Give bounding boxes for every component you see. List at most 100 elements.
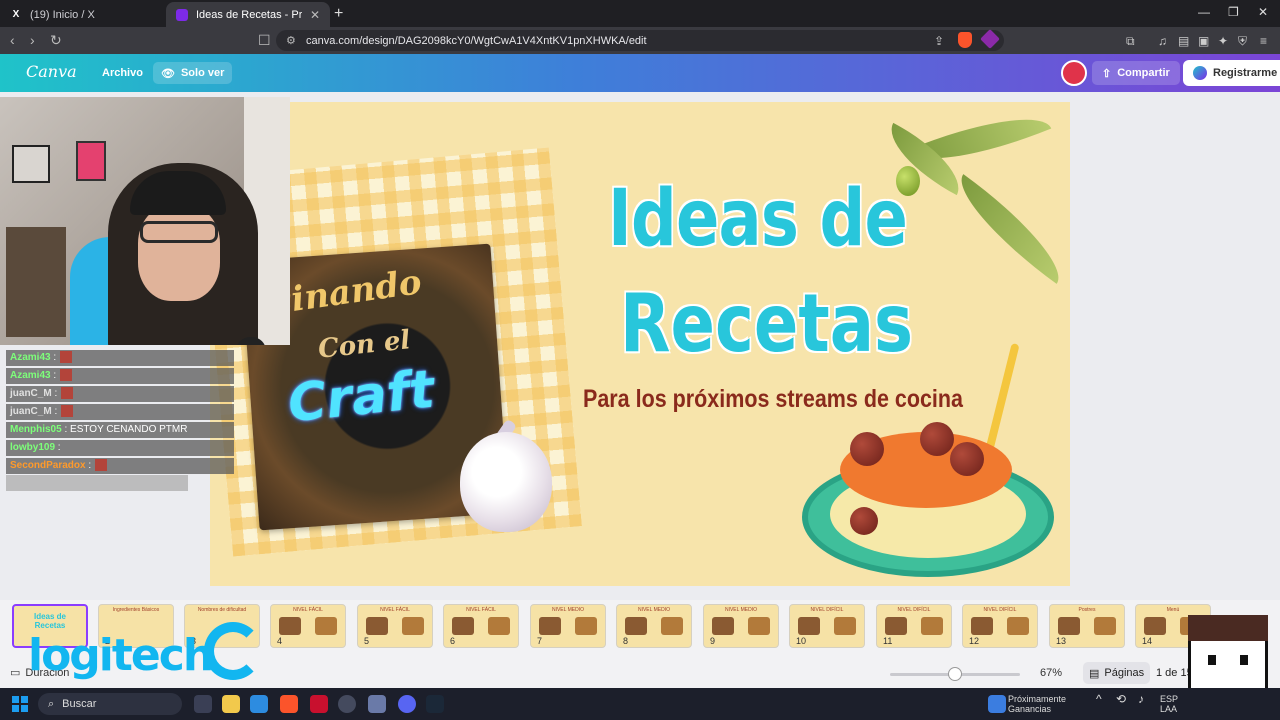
wall-frame <box>76 141 106 181</box>
minimize-icon[interactable]: — <box>1198 5 1210 19</box>
thumbnail-number: 11 <box>883 636 893 646</box>
thumbnail-page[interactable]: Postres 13 <box>1049 604 1125 648</box>
thumbnail-image <box>661 617 683 635</box>
slide-1[interactable]: cinando Con el Craft Ideas de Recetas Pa… <box>210 102 1070 586</box>
slide-title-line1: Ideas de <box>608 174 908 264</box>
pages-icon: ▤ <box>1089 667 1100 680</box>
thumbnail-number: 13 <box>1056 636 1067 646</box>
thumbnail-page[interactable]: NIVEL MEDIO 9 <box>703 604 779 648</box>
url-field[interactable]: ⚙ canva.com/design/DAG2098kcY0/WgtCwA1V4… <box>276 30 1004 51</box>
thumbnail-page[interactable]: NIVEL DIFÍCIL 11 <box>876 604 952 648</box>
share-button[interactable]: ⇧ Compartir <box>1092 61 1180 85</box>
solo-ver-button[interactable]: 👁 Solo ver <box>153 62 233 84</box>
emote-icon <box>60 369 73 382</box>
thumbnail-title: Ideas de Recetas <box>33 612 66 630</box>
lang-line1: ESP <box>1160 694 1179 704</box>
thumbnail-page[interactable]: NIVEL DIFÍCIL 12 <box>962 604 1038 648</box>
archivo-menu[interactable]: Archivo <box>94 62 151 84</box>
new-tab-button[interactable]: + <box>334 5 343 23</box>
tab-canva-presentation[interactable]: Ideas de Recetas - Presentación ✕ <box>166 2 330 27</box>
sidebar-icon[interactable]: ▤ <box>1178 34 1189 48</box>
windows-taskbar: ⌕ Buscar Próximamente Ganancias ^ ⟲ ♪ ES… <box>0 688 1280 720</box>
vpn-icon[interactable]: ⛨ <box>1238 34 1247 49</box>
chat-username: juanC_M <box>10 406 52 417</box>
thumbnail-page[interactable]: NIVEL FÁCIL 6 <box>443 604 519 648</box>
thumbnail-page[interactable]: NIVEL MEDIO 7 <box>530 604 606 648</box>
garlic-illustration <box>460 432 552 532</box>
tab-x-inicio[interactable]: X (19) Inicio / X <box>0 2 162 27</box>
thumbnail-title: NIVEL DIFÍCIL <box>897 607 931 613</box>
chat-text: : <box>85 460 92 471</box>
discord-icon[interactable] <box>398 695 416 713</box>
chat-text: : <box>51 388 58 399</box>
notification-text: Próximamente Ganancias <box>1008 694 1066 714</box>
chat-username: lowby109 <box>10 442 56 453</box>
site-info-icon[interactable]: ⚙ <box>286 34 296 47</box>
obs-icon[interactable] <box>338 695 356 713</box>
back-icon[interactable]: ‹ <box>10 32 15 48</box>
close-window-icon[interactable]: ✕ <box>1258 5 1268 19</box>
thumbnail-page[interactable]: NIVEL MEDIO 8 <box>616 604 692 648</box>
mic-icon[interactable]: ♪ <box>1138 693 1144 705</box>
share-page-icon[interactable]: ⇪ <box>934 34 944 48</box>
tab-label: (19) Inicio / X <box>30 8 95 21</box>
thumbnail-page[interactable]: NIVEL DIFÍCIL 10 <box>789 604 865 648</box>
chat-username: juanC_M <box>10 388 52 399</box>
file-explorer-icon[interactable] <box>222 695 240 713</box>
thumbnail-title: NIVEL FÁCIL <box>293 607 323 613</box>
thumbnail-title: NIVEL FÁCIL <box>466 607 496 613</box>
forward-icon[interactable]: › <box>30 32 35 48</box>
tab-label: Ideas de Recetas - Presentación <box>196 8 302 21</box>
chat-message: lowby109 : <box>6 440 234 456</box>
bookmark-icon[interactable]: ☐ <box>258 32 271 49</box>
ai-icon[interactable]: ✦ <box>1218 34 1228 48</box>
thumbnail-title: NIVEL MEDIO <box>724 607 758 613</box>
avatar[interactable] <box>1061 60 1087 86</box>
windows-start-icon[interactable] <box>12 696 28 712</box>
thumbnail-image <box>921 617 943 635</box>
thumbnail-number: 6 <box>450 636 456 646</box>
pages-button[interactable]: ▤ Páginas <box>1083 662 1151 684</box>
settings-icon[interactable] <box>368 695 386 713</box>
notification-icon[interactable] <box>988 695 1006 713</box>
thumbnail-title: NIVEL DIFÍCIL <box>810 607 844 613</box>
zoom-level[interactable]: 67% <box>1040 667 1062 679</box>
media-icon[interactable]: ♫ <box>1158 34 1167 48</box>
thumbnail-image <box>1094 617 1116 635</box>
canva-logo[interactable]: Canva <box>26 62 77 81</box>
wallet-icon[interactable]: ▣ <box>1198 34 1209 48</box>
maximize-icon[interactable]: ❐ <box>1228 5 1239 19</box>
brave-icon[interactable] <box>280 695 298 713</box>
pages-label: Páginas <box>1104 667 1145 679</box>
wall-frame <box>12 145 50 183</box>
tray-chevron-icon[interactable]: ^ <box>1096 693 1102 705</box>
task-view-icon[interactable] <box>194 695 212 713</box>
thumbnail-title: Nombres de dificultad <box>197 607 247 613</box>
register-button[interactable]: Registrarme <box>1183 60 1280 86</box>
meatball <box>920 422 954 456</box>
store-icon[interactable] <box>250 695 268 713</box>
taskbar-search[interactable]: ⌕ Buscar <box>38 693 182 715</box>
steam-icon[interactable] <box>426 695 444 713</box>
brave-shield-icon[interactable] <box>958 32 972 48</box>
network-icon[interactable]: ⟲ <box>1116 693 1126 705</box>
thumbnail-title: NIVEL FÁCIL <box>380 607 410 613</box>
menu-icon[interactable]: ≡ <box>1260 34 1267 48</box>
reload-icon[interactable]: ↻ <box>50 32 62 49</box>
zoom-slider-handle[interactable] <box>948 667 962 681</box>
app-icon[interactable] <box>310 695 328 713</box>
thumbnail-page[interactable]: NIVEL FÁCIL 5 <box>357 604 433 648</box>
language-indicator[interactable]: ESP LAA <box>1160 694 1178 714</box>
meatball <box>850 507 878 535</box>
lang-line2: LAA <box>1160 704 1178 714</box>
pixel-mascot-hair <box>1188 615 1268 641</box>
logitech-g-logo <box>204 622 262 680</box>
search-label: Buscar <box>62 698 97 710</box>
screenshot-icon[interactable]: ⧉ <box>1126 34 1135 49</box>
pixel-mascot-eye <box>1208 655 1216 665</box>
close-tab-icon[interactable]: ✕ <box>310 8 320 22</box>
thumbnail-page[interactable]: NIVEL FÁCIL 4 <box>270 604 346 648</box>
meatball <box>850 432 884 466</box>
thumbnail-number: 4 <box>277 636 283 646</box>
streamer-face <box>138 205 220 301</box>
